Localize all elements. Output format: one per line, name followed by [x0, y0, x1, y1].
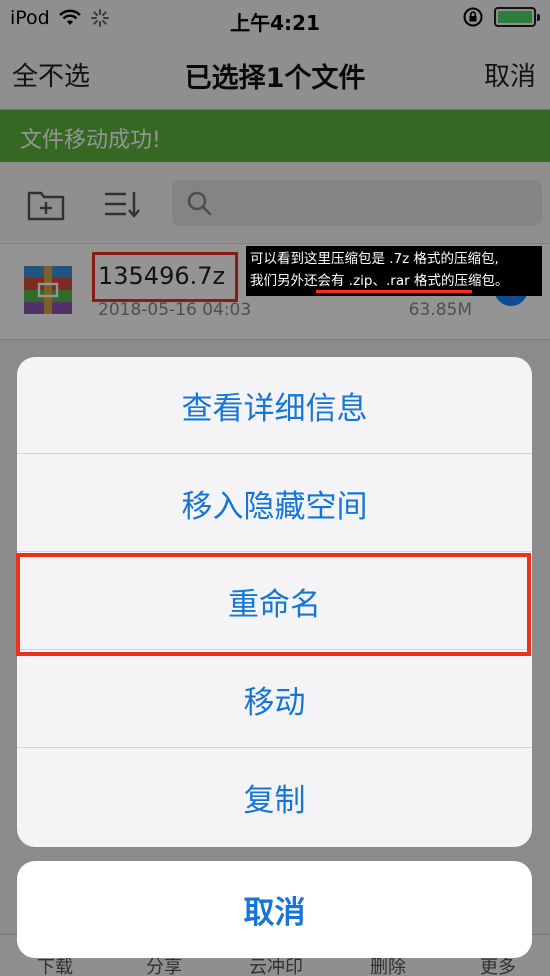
annotation-underline [316, 290, 472, 293]
copy-option[interactable]: 复制 [17, 749, 532, 846]
sheet-cancel-button[interactable]: 取消 [17, 861, 532, 958]
view-details-option[interactable]: 查看详细信息 [17, 357, 532, 454]
tutorial-annotation: 可以看到这里压缩包是 .7z 格式的压缩包, 我们另外还会有 .zip、.rar… [246, 246, 542, 296]
move-to-hidden-space-option[interactable]: 移入隐藏空间 [17, 455, 532, 552]
annotation-line-1: 可以看到这里压缩包是 .7z 格式的压缩包, [250, 251, 499, 267]
move-option[interactable]: 移动 [17, 651, 532, 748]
rename-highlight-box [16, 553, 531, 656]
annotation-line-2: 我们另外还会有 .zip、.rar 格式的压缩包。 [250, 273, 509, 289]
